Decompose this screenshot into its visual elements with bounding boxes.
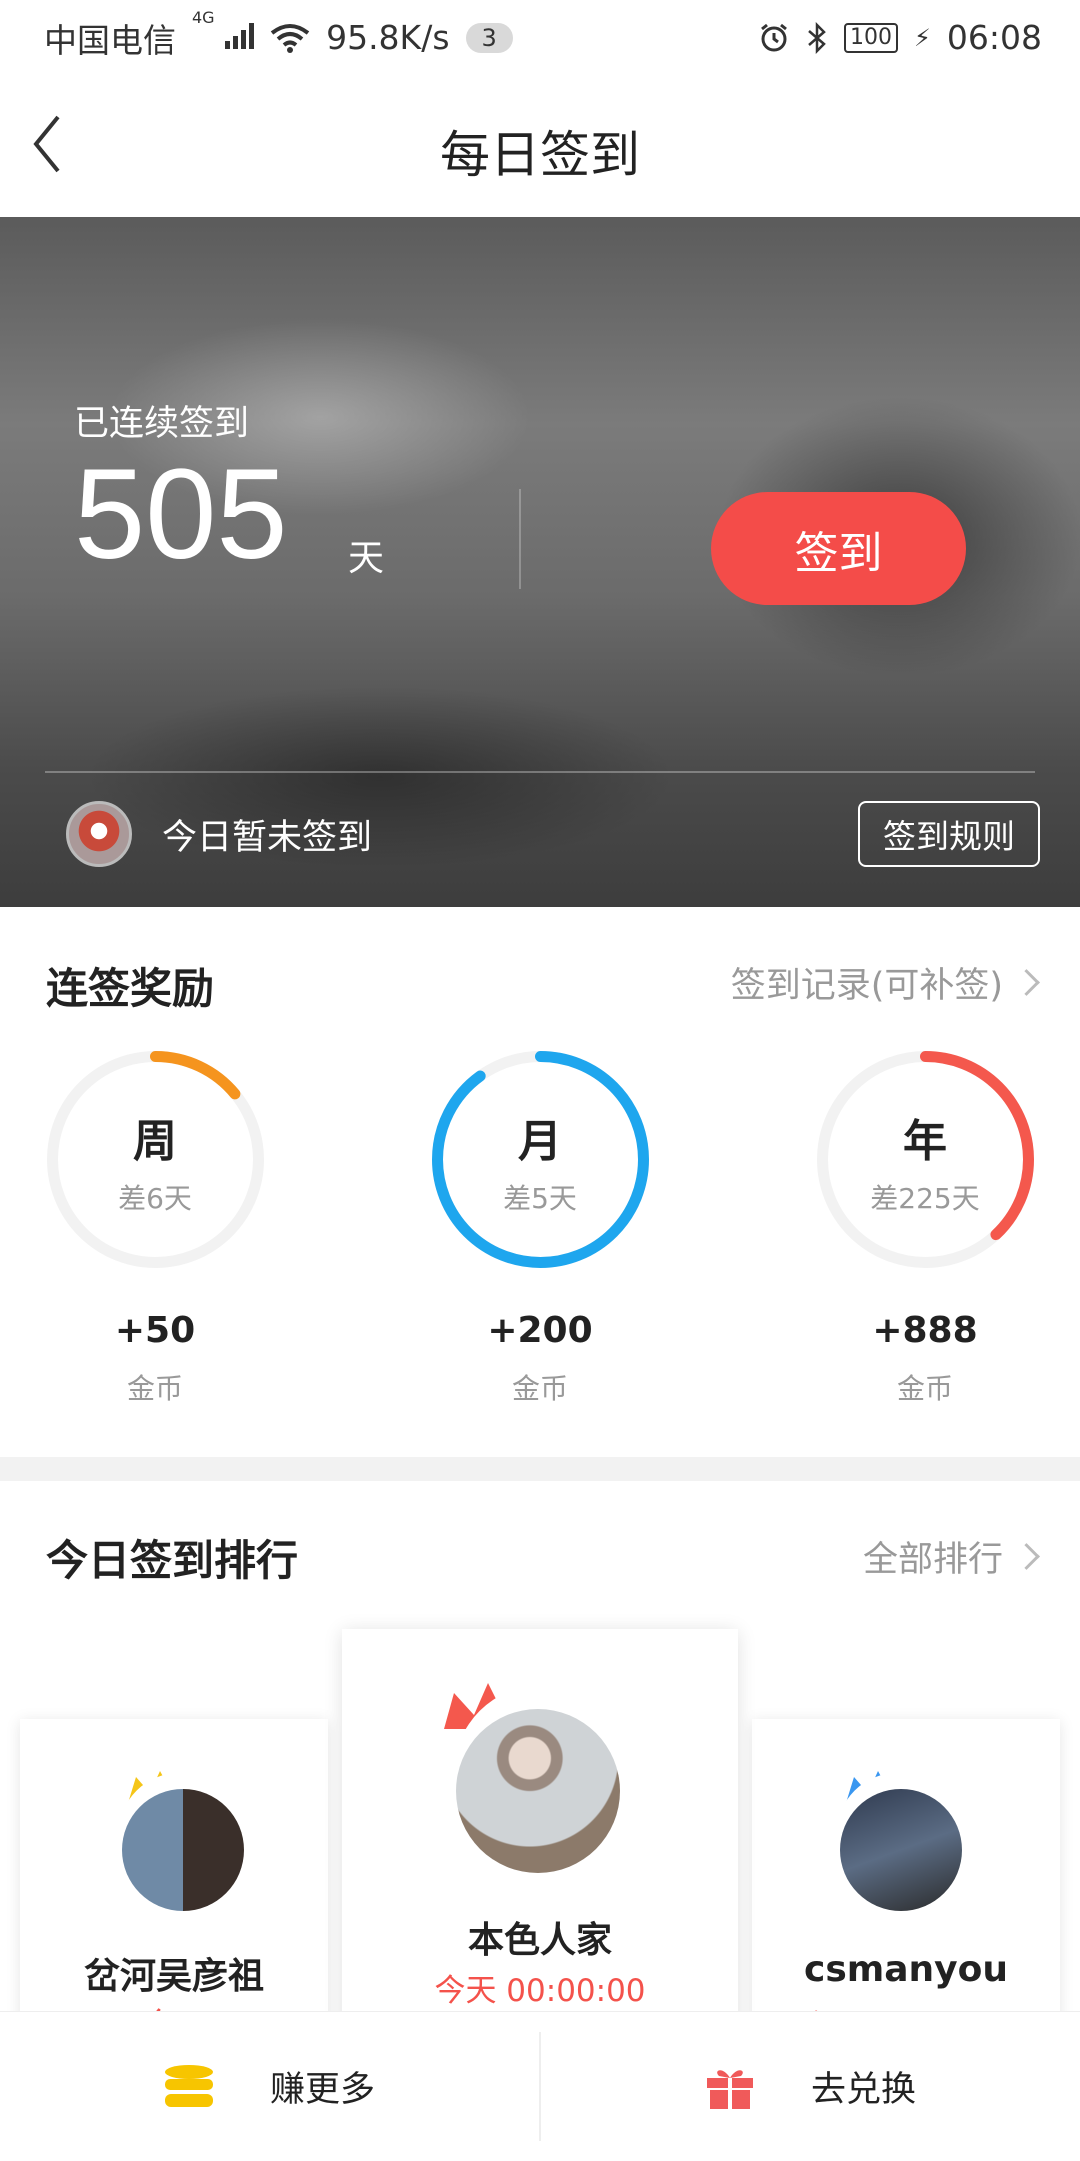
streak-unit: 天 bbox=[348, 538, 385, 579]
section-title: 今日签到排行 bbox=[46, 1536, 299, 1585]
exchange-label: 去兑换 bbox=[810, 2070, 916, 2110]
section-title: 连签奖励 bbox=[46, 964, 215, 1013]
reward-remaining: 差6天 bbox=[118, 1182, 192, 1215]
wifi-icon bbox=[270, 23, 310, 53]
user-avatar[interactable] bbox=[66, 801, 132, 867]
ranking-time: 今天 00:00:00 bbox=[434, 1973, 646, 2009]
reward-unit: 金币 bbox=[511, 1372, 568, 1405]
checkin-record-label: 签到记录(可补签) bbox=[730, 966, 1003, 1006]
page-title: 每日签到 bbox=[440, 126, 640, 184]
coins-icon bbox=[164, 2064, 213, 2107]
ranking-card-first[interactable]: 本色人家 今天 00:00:00 bbox=[342, 1629, 738, 2011]
all-ranking-label: 全部排行 bbox=[862, 1540, 1003, 1580]
today-status-text: 今日暂未签到 bbox=[162, 818, 373, 858]
progress-ring: 年 差225天 bbox=[813, 1047, 1038, 1272]
network-type: 4G bbox=[192, 8, 215, 27]
reward-unit: 金币 bbox=[896, 1372, 953, 1405]
reward-period-label: 周 bbox=[133, 1116, 177, 1167]
status-left: 中国电信 4G 95.8K/s 3 bbox=[44, 8, 513, 62]
network-icon: 4G bbox=[192, 8, 255, 57]
charging-icon: ⚡ bbox=[914, 23, 931, 52]
hero-divider bbox=[519, 489, 521, 589]
reward-remaining: 差5天 bbox=[503, 1182, 577, 1215]
reward-remaining: 差225天 bbox=[870, 1182, 980, 1215]
signal-icon bbox=[225, 23, 255, 49]
ranking-avatar[interactable] bbox=[840, 1789, 962, 1911]
reward-period-label: 月 bbox=[518, 1116, 562, 1167]
checkin-button[interactable]: 签到 bbox=[711, 492, 966, 605]
carrier-label: 中国电信 bbox=[44, 20, 176, 60]
checkin-rules-button[interactable]: 签到规则 bbox=[858, 801, 1040, 867]
clock-time: 06:08 bbox=[946, 18, 1042, 57]
all-ranking-link[interactable]: 全部排行 bbox=[862, 1531, 1040, 1582]
battery-icon: 100 bbox=[844, 22, 899, 53]
progress-ring: 周 差6天 bbox=[43, 1047, 268, 1272]
alarm-icon bbox=[761, 23, 787, 51]
earn-more-button[interactable]: 赚更多 bbox=[0, 2012, 539, 2161]
exchange-button[interactable]: 去兑换 bbox=[541, 2012, 1080, 2161]
ranking-name: 岔河吴彦祖 bbox=[83, 1956, 264, 1997]
ranking-avatar[interactable] bbox=[122, 1789, 244, 1911]
earn-more-label: 赚更多 bbox=[269, 2070, 375, 2110]
reward-unit: 金币 bbox=[126, 1372, 183, 1405]
ranking-name: csmanyou bbox=[803, 1949, 1009, 1990]
reward-month[interactable]: 月 差5天 +200 金币 bbox=[425, 1047, 655, 1407]
ranking-avatar[interactable] bbox=[456, 1709, 620, 1873]
ranking-card-second[interactable]: 岔河吴彦祖 今天 bbox=[20, 1719, 328, 2011]
reward-period-label: 年 bbox=[903, 1116, 947, 1167]
ranking-time: 今天 bbox=[20, 1999, 328, 2011]
progress-ring: 月 差5天 bbox=[428, 1047, 653, 1272]
notification-count-badge: 3 bbox=[465, 22, 513, 53]
battery-level: 100 bbox=[850, 24, 893, 50]
header: 每日签到 bbox=[0, 75, 1080, 217]
today-ranking-section: 今日签到排行 全部排行 岔河吴彦祖 今天 csmanyou 今天 00:00:0… bbox=[0, 1481, 1080, 2011]
status-bar: 中国电信 4G 95.8K/s 3 100 ⚡ 06:08 bbox=[0, 0, 1080, 75]
ranking-time: 今天 00:00:01 bbox=[752, 2001, 1060, 2011]
ranking-name: 本色人家 bbox=[467, 1920, 612, 1961]
reward-amount: +200 bbox=[487, 1310, 593, 1351]
gift-icon bbox=[706, 2069, 753, 2109]
ranking-card-third[interactable]: csmanyou 今天 00:00:01 bbox=[752, 1719, 1060, 2011]
checkin-record-link[interactable]: 签到记录(可补签) bbox=[730, 957, 1040, 1008]
chevron-right-icon bbox=[1013, 1543, 1040, 1570]
bluetooth-icon bbox=[808, 21, 826, 54]
reward-amount: +50 bbox=[114, 1310, 196, 1351]
streak-days: 505 bbox=[74, 443, 288, 586]
streak-label: 已连续签到 bbox=[74, 404, 250, 444]
reward-year[interactable]: 年 差225天 +888 金币 bbox=[810, 1047, 1040, 1407]
streak-rewards-section: 连签奖励 签到记录(可补签) 周 差6天 +50 金币 月 差5天 +200 金… bbox=[0, 907, 1080, 1457]
network-speed: 95.8K/s bbox=[326, 18, 450, 57]
chevron-right-icon bbox=[1013, 969, 1040, 996]
hero-separator bbox=[45, 771, 1035, 773]
reward-week[interactable]: 周 差6天 +50 金币 bbox=[40, 1047, 270, 1407]
section-divider bbox=[0, 1457, 1080, 1481]
checkin-hero: 已连续签到 505 天 签到 今日暂未签到 签到规则 bbox=[0, 217, 1080, 907]
reward-amount: +888 bbox=[872, 1310, 978, 1351]
bottom-bar: 赚更多 去兑换 bbox=[0, 2011, 1080, 2161]
status-right: 100 ⚡ 06:08 bbox=[758, 18, 1042, 57]
